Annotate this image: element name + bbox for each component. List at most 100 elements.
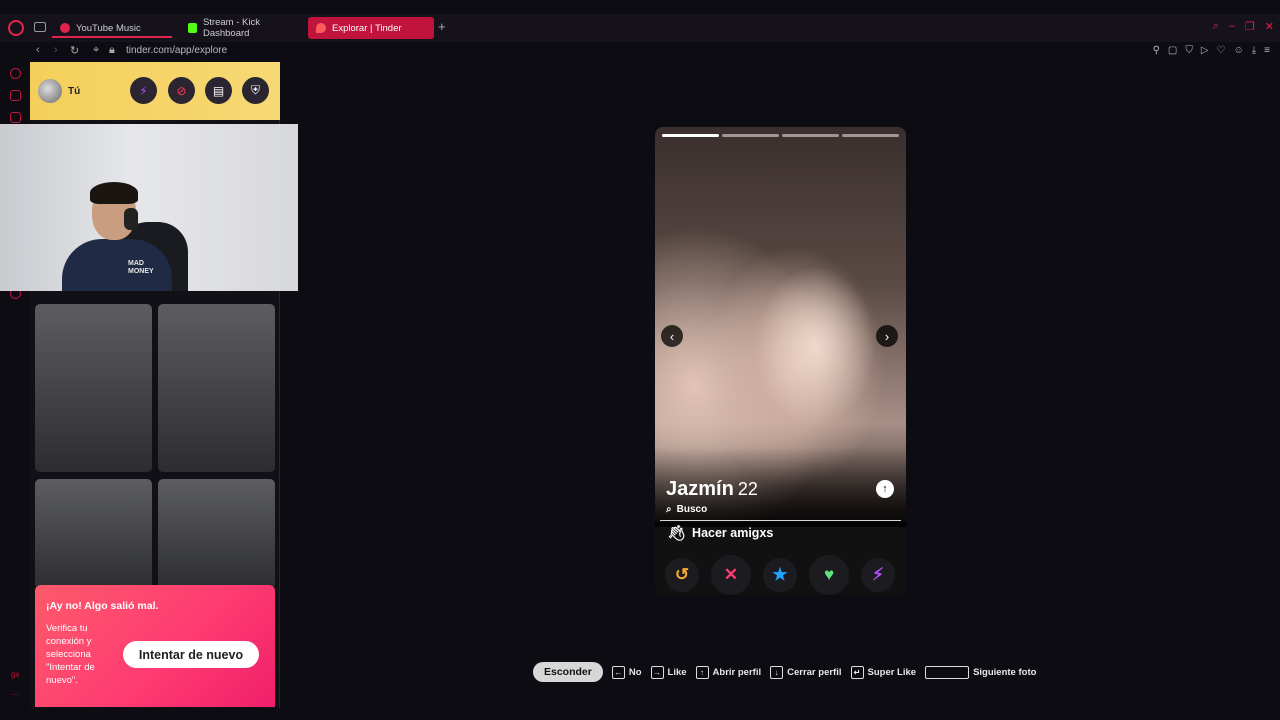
previous-photo-button[interactable]: ‹	[661, 325, 683, 347]
opera-logo-icon[interactable]	[8, 20, 24, 36]
match-thumbnail[interactable]	[35, 304, 152, 472]
shield-icon: ⛨	[250, 83, 260, 97]
chevron-right-icon: ›	[884, 328, 890, 344]
profile-name: Jazmín	[666, 478, 734, 500]
error-title: ¡Ay no! Algo salió mal.	[46, 600, 159, 612]
star-icon: ★	[772, 565, 788, 584]
heart-icon: ♥	[823, 565, 835, 584]
tab-label: YouTube Music	[76, 22, 141, 34]
open-profile-button[interactable]: ↑	[876, 480, 894, 498]
browser-tab-bar: YouTube Music Stream - Kick Dashboard Ex…	[0, 14, 1280, 42]
compass-icon: ⊘	[176, 83, 187, 98]
chevron-left-icon: ‹	[669, 328, 675, 344]
keyboard-shortcuts: Esconder ← No → Like ↑ Abrir perfil ↓ Cerrar…	[533, 662, 1036, 682]
play-icon[interactable]: ▷	[1201, 45, 1209, 56]
kick-icon	[188, 23, 197, 33]
match-thumbnail[interactable]	[35, 479, 152, 589]
boost-button[interactable]: ⚡︎	[861, 558, 895, 592]
search-icon: ⌕	[666, 504, 672, 515]
nope-button[interactable]: ✕	[711, 555, 751, 595]
photo-progress-segment	[782, 134, 839, 137]
back-icon[interactable]: ‹	[36, 44, 40, 56]
shortcut-no: ← No	[611, 665, 642, 679]
x-icon: ✕	[723, 565, 739, 584]
snapshot-icon[interactable]: ▢	[1168, 45, 1177, 56]
error-notice: ¡Ay no! Algo salió mal. Verifica tu cone…	[35, 585, 275, 707]
tab-label: Stream - Kick Dashboard	[202, 17, 260, 39]
shortcut-label: Like	[667, 666, 687, 678]
heart-icon[interactable]: ♡	[1217, 45, 1226, 56]
looking-for-label: Busco	[676, 504, 708, 515]
rewind-icon: ↺	[674, 565, 690, 584]
shortcut-like: → Like	[650, 665, 687, 679]
photo-progress-segment	[842, 134, 899, 137]
shortcut-open-profile: ↑ Abrir perfil	[695, 665, 761, 679]
profile-name[interactable]: Tú	[68, 86, 80, 97]
tab-manager-icon[interactable]	[34, 22, 46, 32]
tab-tinder-explore[interactable]: Explorar | Tinder	[308, 17, 434, 39]
hide-shortcuts-button[interactable]: Esconder	[533, 662, 603, 682]
lock-icon: 🔒︎	[109, 44, 115, 56]
minimize-icon[interactable]: –	[1229, 20, 1235, 33]
shield-icon[interactable]: ⛉	[1185, 45, 1193, 56]
shortcut-next-photo: Siguiente foto	[925, 665, 1036, 679]
pin-icon[interactable]: ⚲	[1153, 45, 1160, 56]
arrow-up-icon: ↑	[882, 483, 888, 495]
shortcut-label: Cerrar perfil	[787, 666, 842, 678]
boost-button[interactable]: ⚡︎	[130, 77, 157, 104]
streamer-hair	[90, 182, 138, 204]
match-thumbnail[interactable]	[158, 479, 275, 589]
profile-header: Tú ⚡︎ ⊘ ▤ ⛨	[30, 62, 280, 120]
tab-label: Explorar | Tinder	[332, 22, 402, 34]
goal-text: Hacer amigxs	[692, 526, 774, 540]
menu-icon[interactable]: ≡	[1264, 45, 1270, 56]
account-icon[interactable]: ☺	[1234, 45, 1244, 56]
arrow-down-key-icon: ↓	[770, 665, 784, 679]
tab-audio-indicator	[52, 36, 172, 38]
like-button[interactable]: ♥	[809, 555, 849, 595]
tab-kick-dashboard[interactable]: Stream - Kick Dashboard	[180, 17, 306, 39]
url-text[interactable]: tinder.com/app/explore	[126, 45, 227, 56]
next-photo-button[interactable]: ›	[876, 325, 898, 347]
sidebar-twitch-icon[interactable]	[10, 112, 21, 123]
work-button[interactable]: ▤	[205, 77, 232, 104]
super-like-button[interactable]: ★	[763, 558, 797, 592]
sidebar-more-icon[interactable]: ···	[11, 690, 19, 699]
window-controls: ⌕ – ❐ ✕	[1213, 20, 1274, 33]
reload-icon[interactable]: ↻	[70, 44, 79, 57]
address-bar: ‹ › ↻ ⌖ 🔒︎ tinder.com/app/explore ⚲ ▢ ⛉ …	[0, 42, 1280, 62]
match-thumbnail[interactable]	[158, 304, 275, 472]
briefcase-icon: ▤	[212, 83, 225, 98]
arrow-left-key-icon: ←	[611, 665, 625, 679]
forward-icon[interactable]: ›	[54, 44, 58, 56]
avatar[interactable]	[38, 79, 62, 103]
enter-key-icon: ↵	[850, 665, 864, 679]
webcam-overlay: MAD MONEY	[0, 124, 298, 291]
sidebar-gx-icon[interactable]: gx	[11, 670, 19, 679]
safety-button[interactable]: ⛨	[242, 77, 269, 104]
sidebar-refresh-icon[interactable]	[10, 68, 21, 79]
search-icon[interactable]: ⌕	[1213, 20, 1219, 33]
shortcut-label: Super Like	[867, 666, 917, 678]
arrow-up-key-icon: ↑	[695, 665, 709, 679]
maximize-icon[interactable]: ❐	[1245, 20, 1255, 33]
shortcut-close-profile: ↓ Cerrar perfil	[770, 665, 842, 679]
download-icon[interactable]: ⤓	[1252, 45, 1256, 56]
new-tab-button[interactable]: +	[438, 19, 446, 34]
bolt-icon: ⚡︎	[872, 565, 884, 584]
retry-button[interactable]: Intentar de nuevo	[123, 641, 259, 668]
error-message: Verifica tu conexión y selecciona "Inten…	[46, 623, 95, 686]
action-buttons: ↺ ✕ ★ ♥ ⚡︎	[655, 555, 906, 595]
relationship-goal: 👋︎ Hacer amigxs	[667, 524, 773, 542]
photo-progress-segment	[722, 134, 779, 137]
profile-card[interactable]: ‹ › Jazmín 22 ⌕ Busco ↑ 👋︎ Hacer amigxs ↺…	[655, 127, 906, 595]
sidebar-bag-icon[interactable]	[10, 90, 21, 101]
rewind-button[interactable]: ↺	[665, 558, 699, 592]
divider	[660, 520, 901, 521]
bolt-icon: ⚡︎	[139, 83, 148, 98]
location-pin-icon[interactable]: ⌖	[93, 44, 99, 57]
shortcut-super-like: ↵ Super Like	[850, 665, 917, 679]
explore-button[interactable]: ⊘	[168, 77, 195, 104]
close-icon[interactable]: ✕	[1265, 20, 1274, 33]
shortcut-label: No	[628, 666, 642, 678]
